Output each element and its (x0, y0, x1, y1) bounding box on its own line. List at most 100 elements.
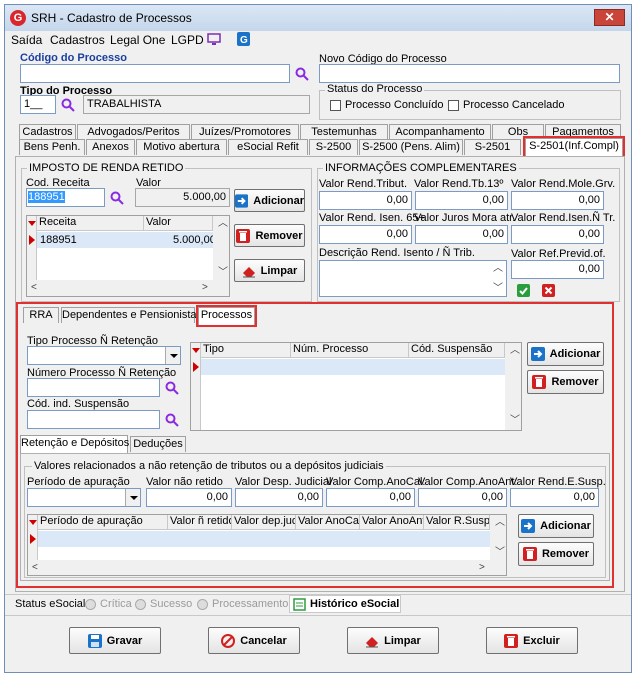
rend-mole-input[interactable]: 0,00 (511, 191, 604, 210)
delete-button[interactable]: Excluir (486, 627, 578, 654)
cod-susp-input[interactable] (27, 410, 160, 429)
save-button[interactable]: Gravar (69, 627, 161, 654)
cancel-button[interactable]: Cancelar (208, 627, 300, 654)
juros-mora-label: Valor Juros Mora atr. (414, 212, 516, 224)
novo-codigo-input[interactable] (319, 64, 620, 83)
scrollbar[interactable] (28, 560, 506, 575)
tab-motivo-abertura[interactable]: Motivo abertura (136, 139, 227, 155)
rend-tribut-input[interactable]: 0,00 (319, 191, 412, 210)
arrow-right-icon (235, 193, 249, 208)
remove-retencao-button[interactable]: Remover (518, 542, 594, 566)
nao-retido-input[interactable]: 0,00 (146, 488, 232, 507)
ref-previd-input[interactable]: 0,00 (511, 260, 604, 279)
codigo-input[interactable] (20, 64, 290, 83)
cancel-icon[interactable] (542, 284, 555, 297)
rend-isen65-label: Valor Rend. Isen. 65+ (319, 212, 425, 224)
tab-bens-penh[interactable]: Bens Penh. (19, 139, 85, 155)
scrollbar[interactable] (27, 280, 229, 296)
tab-anexos[interactable]: Anexos (86, 139, 135, 155)
highlight-box (196, 305, 257, 327)
rend-isen65-input[interactable]: 0,00 (319, 225, 412, 244)
eraser-icon (366, 636, 379, 647)
col-valor-anoant[interactable]: Valor AnoAnt. (360, 515, 424, 530)
col-valor-dep-jud[interactable]: Valor dep.jud. (232, 515, 296, 530)
col-num-processo[interactable]: Núm. Processo (291, 343, 409, 358)
tab-rra[interactable]: RRA (23, 307, 59, 323)
trash-icon (522, 547, 537, 561)
tab-juizes[interactable]: Juízes/Promotores (191, 124, 299, 140)
col-valor-n-retido[interactable]: Valor ñ retido (168, 515, 232, 530)
tab-retencao[interactable]: Retenção e Depósitos (20, 435, 129, 453)
tab-acompanhamento[interactable]: Acompanhamento (389, 124, 491, 140)
chevron-down-icon (125, 489, 140, 506)
monitor-icon[interactable] (207, 33, 221, 46)
menu-saida[interactable]: Saída (11, 33, 42, 49)
cancelado-label: Processo Cancelado (463, 99, 565, 111)
rend-isen-ntr-input[interactable]: 0,00 (511, 225, 604, 244)
table-row[interactable] (201, 359, 505, 375)
tab-advogados[interactable]: Advogados/Peritos (77, 124, 190, 140)
gd-logo-icon[interactable]: G (237, 32, 250, 46)
menu-legal-one[interactable]: Legal One (110, 33, 165, 49)
periodo-label: Período de apuração (27, 476, 130, 488)
tab-testemunhas[interactable]: Testemunhas (300, 124, 388, 140)
tab-cadastros[interactable]: Cadastros (19, 124, 76, 140)
descricao-textarea[interactable]: ︿ ﹀ (319, 260, 507, 297)
col-tipo[interactable]: Tipo (201, 343, 291, 358)
remove-processo-button[interactable]: Remover (527, 370, 604, 394)
periodo-select[interactable] (27, 488, 141, 507)
history-icon (293, 597, 306, 611)
close-button[interactable]: ✕ (594, 9, 625, 26)
radio-critica[interactable] (85, 599, 96, 610)
imposto-grid: Receita Valor 188951 5.000,00 ︿ ﹀ < > (26, 215, 230, 297)
cod-receita-input[interactable]: 188951 (26, 188, 105, 207)
col-receita[interactable]: Receita (37, 216, 144, 231)
title-bar: G SRH - Cadastro de Processos ✕ (5, 5, 631, 31)
confirm-icon[interactable] (517, 284, 530, 297)
col-valor-r-susp[interactable]: Valor R.Susp. (424, 515, 490, 530)
rend-13-label: Valor Rend.Tb.13º (414, 178, 504, 190)
search-icon[interactable] (61, 98, 75, 112)
search-icon[interactable] (165, 413, 179, 427)
table-row[interactable] (38, 531, 490, 547)
radio-processamento[interactable] (197, 599, 208, 610)
col-valor-anocal[interactable]: Valor AnoCal. (296, 515, 360, 530)
add-retencao-button[interactable]: Adicionar (518, 514, 594, 538)
col-cod-suspensao[interactable]: Cód. Suspensão (409, 343, 505, 358)
col-periodo[interactable]: Período de apuração (38, 515, 168, 530)
menu-lgpd[interactable]: LGPD (171, 33, 204, 49)
rend-13-input[interactable]: 0,00 (415, 191, 508, 210)
tipo-proc-select[interactable] (27, 346, 181, 365)
chevron-down-icon (165, 347, 180, 364)
arrow-right-icon (530, 347, 545, 361)
radio-sucesso[interactable] (135, 599, 146, 610)
tab-s2501[interactable]: S-2501 (464, 139, 521, 155)
tab-esocial-refit[interactable]: eSocial Refit (228, 139, 308, 155)
tab-s2500[interactable]: S-2500 (309, 139, 358, 155)
clear-button[interactable]: Limpar (347, 627, 439, 654)
comp-anocal-input[interactable]: 0,00 (326, 488, 415, 507)
concluido-checkbox[interactable] (330, 100, 341, 111)
rend-tribut-label: Valor Rend.Tribut. (319, 178, 408, 190)
tab-dependentes[interactable]: Dependentes e Pensionistas (61, 307, 202, 323)
add-processo-button[interactable]: Adicionar (527, 342, 604, 366)
tipo-code-input[interactable]: 1__ (20, 95, 56, 114)
juros-mora-input[interactable]: 0,00 (415, 225, 508, 244)
numero-proc-input[interactable] (27, 378, 160, 397)
search-icon[interactable] (295, 67, 309, 81)
remove-receita-button[interactable]: Remover (234, 224, 305, 247)
menu-cadastros[interactable]: Cadastros (50, 33, 105, 49)
comp-anoant-input[interactable]: 0,00 (418, 488, 507, 507)
cancelado-checkbox[interactable] (448, 100, 459, 111)
col-valor[interactable]: Valor (144, 216, 213, 231)
rend-susp-input[interactable]: 0,00 (510, 488, 599, 507)
clear-receita-button[interactable]: Limpar (234, 259, 305, 282)
desp-judicial-input[interactable]: 0,00 (235, 488, 323, 507)
tab-s2500-pens[interactable]: S-2500 (Pens. Alim) (359, 139, 463, 155)
tab-deducoes[interactable]: Deduções (130, 436, 186, 452)
search-icon[interactable] (165, 381, 179, 395)
historico-esocial-button[interactable]: Histórico eSocial (289, 595, 401, 613)
add-receita-button[interactable]: Adicionar (234, 189, 305, 212)
search-icon[interactable] (110, 191, 124, 205)
cod-susp-label: Cód. ind. Suspensão (27, 398, 130, 410)
